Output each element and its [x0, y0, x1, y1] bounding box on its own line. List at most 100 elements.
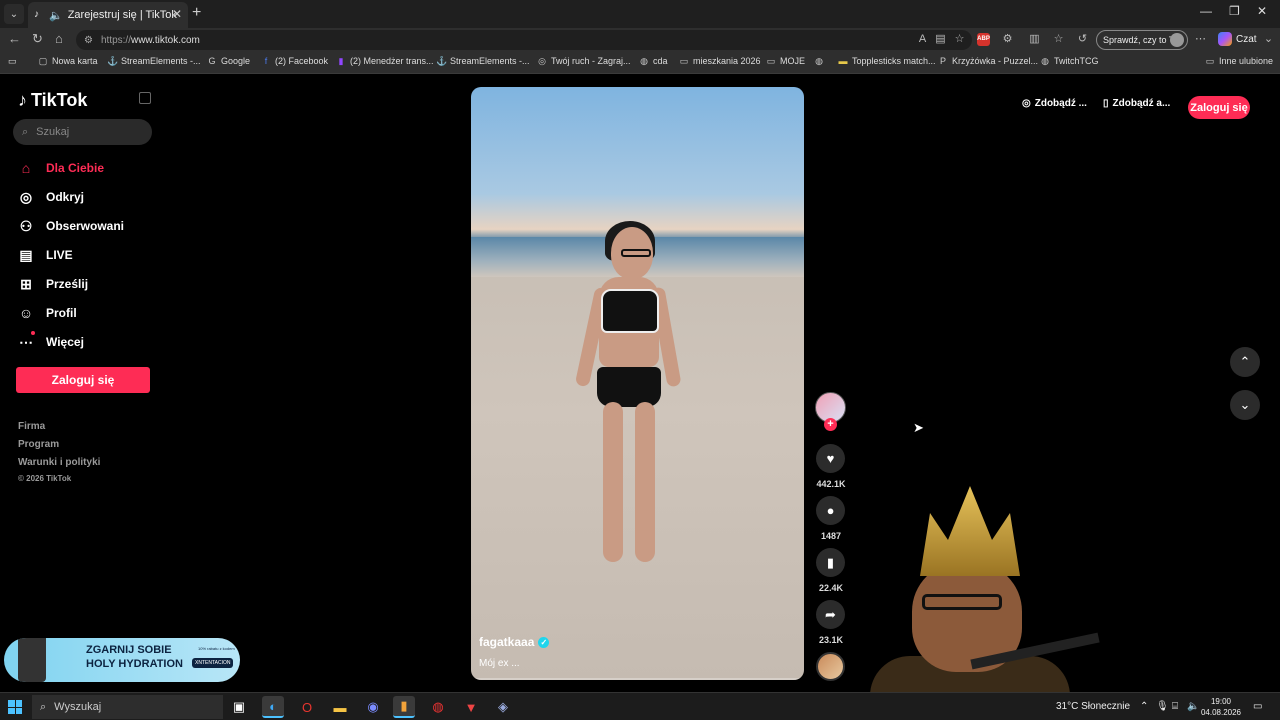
bookmark-item[interactable]: f (2) Facebook: [261, 56, 328, 66]
bookmark-folder[interactable]: ▭ mieszkania 2026: [679, 56, 761, 66]
reader-icon[interactable]: ▤: [934, 33, 947, 46]
network-icon[interactable]: ⌸: [1172, 701, 1178, 712]
tray-chevron-up-icon[interactable]: ⌃: [1140, 701, 1148, 712]
nav-more[interactable]: ⋯ Więcej: [18, 331, 84, 350]
bookmark-item[interactable]: ◍ TwitchTCG: [1040, 56, 1098, 66]
system-clock[interactable]: 19:00 04.08.2026: [1198, 696, 1244, 718]
copyright: © 2026 TikTok: [18, 474, 72, 483]
author-username: fagatkaaa: [479, 635, 535, 649]
back-arrow-icon[interactable]: ←: [8, 31, 21, 46]
following-icon: ⚇: [19, 218, 33, 234]
new-tab-plus-icon[interactable]: +: [192, 4, 201, 22]
weather-widget[interactable]: 31°C Słonecznie: [1056, 701, 1130, 712]
bookmark-item[interactable]: ⚓ StreamElements -...: [436, 56, 530, 66]
bookmark-item[interactable]: ◍ cda: [639, 56, 667, 66]
anchor-icon: ⚓: [107, 56, 119, 66]
utility-app-icon[interactable]: ◈: [492, 696, 514, 718]
history-icon[interactable]: ↺: [1076, 33, 1089, 46]
mouse-cursor-icon: ➤: [913, 420, 924, 435]
clock-time: 19:00: [1210, 697, 1232, 706]
file-explorer-icon[interactable]: ▬: [329, 696, 351, 718]
edge-browser-icon[interactable]: ◐: [262, 696, 284, 718]
footer-link-terms[interactable]: Warunki i polityki: [18, 457, 100, 468]
nav-upload[interactable]: ⊞ Prześlij: [18, 276, 88, 292]
profile-button[interactable]: Sprawdź, czy to Ty: [1096, 30, 1188, 50]
notifications-icon[interactable]: ▭: [1253, 701, 1262, 712]
profile-icon: ☺: [18, 305, 34, 321]
header-login-button[interactable]: Zaloguj się: [1188, 96, 1250, 119]
bookmark-folder[interactable]: ▭ MOJE: [766, 56, 805, 66]
google-icon: G: [208, 56, 216, 66]
tab-actions-icon[interactable]: ▭: [8, 56, 17, 67]
nav-live[interactable]: ▤ LIVE: [18, 247, 72, 263]
other-favorites[interactable]: ▭ Inne ulubione: [1205, 56, 1273, 66]
previous-video-chevron-up-icon[interactable]: ⌃: [1230, 347, 1260, 377]
next-video-chevron-down-icon[interactable]: ⌄: [1230, 390, 1260, 420]
bookmark-item[interactable]: ▢ Nowa karta: [38, 56, 98, 66]
collapse-sidebar-icon[interactable]: [139, 92, 151, 104]
video-description[interactable]: Mój ex ...: [479, 658, 520, 669]
video-subject: [571, 221, 682, 587]
game-launcher-icon[interactable]: ▼: [460, 696, 482, 718]
close-tab-icon[interactable]: ✕: [172, 7, 182, 21]
bookmark-item[interactable]: ◍: [814, 56, 824, 66]
streamer-avatar-overlay: [840, 486, 1100, 696]
favorites-icon[interactable]: ☆: [1052, 33, 1065, 46]
restore-icon[interactable]: ❐: [1229, 4, 1240, 18]
refresh-icon[interactable]: ↻: [32, 31, 43, 47]
bookmark-item[interactable]: ▮ (2) Menedżer trans...: [336, 56, 434, 66]
folder-icon: ▬: [838, 56, 848, 66]
follow-plus-icon[interactable]: +: [824, 418, 837, 431]
chevron-down-icon[interactable]: ⌄: [1262, 33, 1275, 46]
tab-list-chevron-icon[interactable]: ⌄: [4, 4, 24, 24]
recording-app-icon[interactable]: ◍: [427, 696, 449, 718]
extensions-puzzle-icon[interactable]: ⚙: [1001, 33, 1014, 46]
footer-link-program[interactable]: Program: [18, 439, 59, 450]
footer-link-company[interactable]: Firma: [18, 421, 45, 432]
task-view-icon[interactable]: ▣: [228, 696, 250, 718]
sidebar-login-button[interactable]: Zaloguj się: [16, 367, 150, 393]
bookmark-label: StreamElements -...: [121, 56, 201, 66]
speaker-icon[interactable]: 🔈: [49, 9, 63, 22]
favorite-star-icon[interactable]: ☆: [953, 33, 966, 46]
nav-profile[interactable]: ☺ Profil: [18, 305, 77, 321]
site-info-icon[interactable]: ⚙: [84, 35, 93, 46]
search-placeholder: Szukaj: [36, 126, 70, 138]
bookmark-item[interactable]: G Google: [207, 56, 250, 66]
microphone-icon[interactable]: 🎙: [1156, 701, 1169, 712]
minimize-icon[interactable]: —: [1200, 4, 1212, 18]
more-dots-icon[interactable]: ⋯: [1194, 33, 1207, 46]
translate-icon[interactable]: A: [916, 33, 929, 46]
bookmark-label: Topplesticks match...: [852, 56, 936, 66]
bookmark-label: Twój ruch - Zagraj...: [551, 56, 631, 66]
video-author[interactable]: fagatkaaa ✓: [479, 635, 550, 649]
split-screen-icon[interactable]: ▥: [1028, 33, 1041, 46]
taskbar-search-input[interactable]: ⌕ Wyszukaj: [32, 695, 223, 719]
search-input[interactable]: ⌕ Szukaj: [13, 119, 152, 145]
url-field[interactable]: ⚙ https://www.tiktok.com: [76, 30, 972, 50]
opera-icon[interactable]: O: [296, 696, 318, 718]
nav-explore[interactable]: ◎ Odkryj: [18, 189, 84, 205]
bookmark-folder[interactable]: ▬ Topplesticks match...: [838, 56, 936, 66]
streaming-app-icon[interactable]: ▮: [393, 696, 415, 718]
discord-icon[interactable]: ◉: [362, 696, 384, 718]
video-progress-bar[interactable]: [471, 678, 804, 680]
tiktok-logo[interactable]: ♪ TikTok: [18, 90, 87, 111]
copilot-button[interactable]: Czat: [1218, 32, 1257, 46]
bookmark-item[interactable]: P Krzyżówka - Puzzel...: [938, 56, 1038, 66]
browser-tab-tiktok[interactable]: ♪ 🔈 Zarejestruj się | TikTok ✕: [28, 2, 188, 28]
nav-for-you[interactable]: ⌂ Dla Ciebie: [18, 160, 104, 176]
adblock-icon[interactable]: ABP: [977, 33, 990, 46]
get-app-link[interactable]: ▯ Zdobądź a...: [1103, 98, 1170, 109]
windows-start-icon[interactable]: [8, 700, 22, 714]
bookmarks-bar: ▭ ▢ Nowa karta ⚓ StreamElements -... G Goog…: [0, 52, 1280, 74]
home-icon[interactable]: ⌂: [55, 31, 63, 46]
nav-following[interactable]: ⚇ Obserwowani: [18, 218, 124, 234]
close-window-icon[interactable]: ✕: [1257, 4, 1267, 18]
bookmark-item[interactable]: ⚓ StreamElements -...: [107, 56, 201, 66]
bookmark-item[interactable]: ◎ Twój ruch - Zagraj...: [537, 56, 631, 66]
get-coins-link[interactable]: ◎ Zdobądź ...: [1022, 98, 1087, 109]
like-heart-icon[interactable]: ♥: [816, 444, 845, 473]
browser-tab-bar: ⌄ ♪ 🔈 Zarejestruj się | TikTok ✕ + — ❐ ✕: [0, 0, 1280, 28]
video-player[interactable]: fagatkaaa ✓ Mój ex ...: [471, 87, 804, 680]
